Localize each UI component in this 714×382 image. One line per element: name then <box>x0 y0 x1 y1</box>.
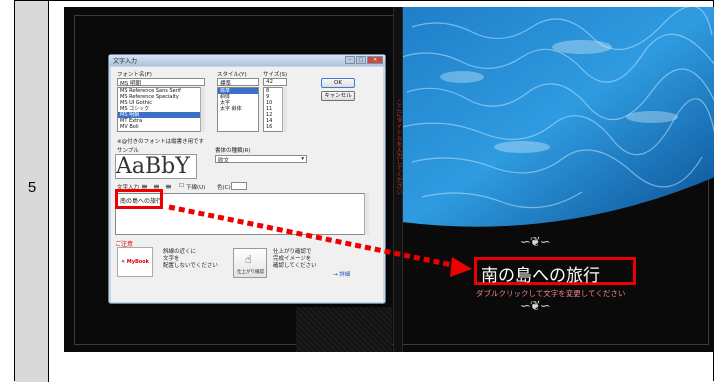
pool-photo <box>402 7 714 227</box>
script-label: 書体の種類(R) <box>215 148 251 154</box>
textarea-scrollbar[interactable] <box>364 193 369 235</box>
underline-label: 下線(U) <box>186 185 206 191</box>
page-title-text[interactable]: 南の島への旅行 <box>481 261 600 286</box>
font-note: ※@付きのフォントは縦書き用です <box>117 139 205 145</box>
cancel-button[interactable]: キャンセル <box>321 91 355 101</box>
step-number: 5 <box>27 179 37 196</box>
page-subtitle-text[interactable]: ダブルクリックして文字を変更してください <box>476 288 625 299</box>
color-label: 色(C) <box>217 185 231 191</box>
mybook-logo: ✕ MyBook <box>117 247 153 277</box>
size-field[interactable]: 42 <box>263 78 287 86</box>
color-swatch[interactable] <box>231 182 247 190</box>
preview-caption: 仕上がり確認 <box>237 270 264 275</box>
font-label: フォント名(F) <box>117 72 152 78</box>
input-text-highlight <box>115 189 163 209</box>
chevron-down-icon[interactable]: ▾ <box>301 156 304 162</box>
style-label: スタイル(Y) <box>217 72 247 78</box>
script-select[interactable]: 欧文 ▾ <box>215 155 307 164</box>
instruction-table: 5 ここにタイトルを入力してください 文字入力 – □ ✕ フォント名(F) ス… <box>14 0 714 382</box>
font-list-scrollbar[interactable] <box>200 87 205 132</box>
dialog-titlebar[interactable]: 文字入力 – □ ✕ <box>109 55 385 66</box>
close-icon[interactable]: ✕ <box>367 56 383 64</box>
list-item[interactable]: MV Boli <box>118 124 204 130</box>
text-input-dialog: 文字入力 – □ ✕ フォント名(F) スタイル(Y) サイズ(S) MS 明朝… <box>108 54 386 304</box>
details-link[interactable]: → 詳細 <box>333 270 350 278</box>
font-field[interactable]: MS 明朝 <box>117 78 205 87</box>
preview-note: 仕上がり確認で 完成イメージを 確認してください <box>273 249 317 269</box>
minimize-icon[interactable]: – <box>345 56 355 64</box>
spine-placeholder-text[interactable]: ここにタイトルを入力してください <box>394 99 402 249</box>
ok-button[interactable]: OK <box>321 78 355 88</box>
list-item[interactable]: 太字 斜体 <box>218 106 258 112</box>
maximize-icon[interactable]: □ <box>356 56 366 64</box>
hand-pointer-icon: ☝ <box>245 253 252 266</box>
dialog-body: フォント名(F) スタイル(Y) サイズ(S) MS 明朝 標準 42 MS R… <box>111 67 383 302</box>
ornament-top: ∽❦∽ <box>520 235 551 250</box>
font-list[interactable]: MS Reference Sans Serif MS Reference Spe… <box>117 87 205 132</box>
diagonal-line-note: 斜線の近くに 文字を 配置しないでください <box>163 249 218 269</box>
font-sample-preview: AaBbY <box>115 154 197 179</box>
hatched-margin <box>296 307 392 352</box>
size-label: サイズ(S) <box>263 72 288 78</box>
style-list[interactable]: 標準 斜体 太字 太字 斜体 <box>217 87 259 132</box>
sample-label: サンプル <box>117 148 139 154</box>
dialog-title: 文字入力 <box>113 58 138 65</box>
size-list-scrollbar[interactable] <box>282 87 287 132</box>
underline-checkbox[interactable]: ☐ <box>179 183 184 189</box>
preview-button[interactable]: 仕上がり確認 ☝ <box>233 248 267 278</box>
step-column: 5 <box>15 1 49 382</box>
style-field[interactable]: 標準 <box>217 78 259 87</box>
ornament-bottom: ∽❦∽ <box>520 299 551 314</box>
align-right-icon[interactable]: ≡ <box>165 182 172 191</box>
editor-screenshot: ここにタイトルを入力してください 文字入力 – □ ✕ フォント名(F) スタイ… <box>64 7 714 352</box>
